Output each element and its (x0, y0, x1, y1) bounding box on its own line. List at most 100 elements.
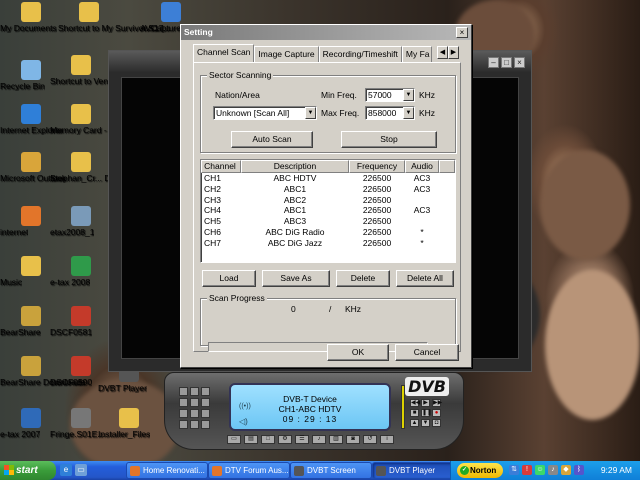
key-6[interactable] (201, 398, 210, 407)
key-0[interactable] (179, 420, 188, 429)
dialog-title[interactable]: Setting (181, 25, 471, 40)
key-4[interactable] (179, 398, 188, 407)
chevron-down-icon[interactable]: ▼ (403, 89, 414, 101)
taskbar-button[interactable]: DVBT Screen (290, 462, 372, 479)
channel-up-icon[interactable]: ▲ (410, 419, 419, 427)
desktop-icon[interactable]: Shortcut to Vents STUFF (50, 55, 144, 86)
start-button[interactable]: start (0, 461, 56, 480)
internet-explorer-icon[interactable]: e (60, 464, 72, 476)
auto-scan-button[interactable]: Auto Scan (231, 131, 313, 148)
column-description[interactable]: Description (241, 160, 349, 173)
save-as-button[interactable]: Save As (262, 270, 330, 287)
load-button[interactable]: Load (202, 270, 256, 287)
table-row[interactable]: CH1 ABC HDTV 226500 AC3 (201, 173, 455, 184)
minimize-icon[interactable]: – (488, 57, 499, 68)
show-desktop-icon[interactable]: ▭ (75, 464, 87, 476)
pause-icon[interactable]: ❚❚ (421, 409, 432, 417)
close-icon[interactable]: × (514, 57, 525, 68)
table-row[interactable]: CH6 ABC DiG Radio 226500 * (201, 227, 455, 238)
table-row[interactable]: CH4 ABC1 226500 AC3 (201, 205, 455, 216)
clock[interactable]: 9:29 AM (601, 461, 632, 480)
table-row[interactable]: CH5 ABC3 226500 (201, 216, 455, 227)
key-5[interactable] (190, 398, 199, 407)
folder-icon (119, 408, 139, 428)
info-icon[interactable]: i (380, 435, 394, 444)
audio-icon[interactable]: ♪ (312, 435, 326, 444)
desktop-icon-label: Recycle Bin (0, 82, 45, 91)
chevron-down-icon[interactable]: ▼ (403, 107, 414, 119)
key-2[interactable] (190, 387, 199, 396)
restore-icon[interactable]: □ (501, 57, 512, 68)
key-1[interactable] (179, 387, 188, 396)
column-channel[interactable]: Channel (201, 160, 241, 173)
settings-icon[interactable]: ⚙ (278, 435, 292, 444)
network-icon[interactable]: ⇅ (509, 465, 519, 475)
delete-all-button[interactable]: Delete All (396, 270, 454, 287)
cell-frequency: 226500 (362, 226, 392, 237)
antivirus-icon[interactable]: ◆ (561, 465, 571, 475)
record-icon[interactable]: ● (432, 409, 441, 417)
channel-down-icon[interactable]: ▼ (421, 419, 430, 427)
timeshift-icon[interactable]: ↺ (363, 435, 377, 444)
security-alert-icon[interactable]: ! (522, 465, 532, 475)
min-freq-unit: KHz (419, 90, 436, 100)
key-enter[interactable] (190, 420, 199, 429)
teletext-icon[interactable]: ▤ (244, 435, 258, 444)
tab-my-favorites[interactable]: My Fa (401, 46, 432, 62)
subtitle-icon[interactable]: ▥ (329, 435, 343, 444)
capture-icon[interactable]: ◙ (346, 435, 360, 444)
tab-image-capture[interactable]: Image Capture (254, 46, 319, 62)
column-frequency[interactable]: Frequency (349, 160, 405, 173)
nation-select[interactable]: Unknown [Scan All] ▼ (213, 106, 317, 120)
taskbar-button[interactable]: DTV Forum Aus... (208, 462, 290, 479)
taskbar-button[interactable]: Home Renovati... (126, 462, 208, 479)
chevron-down-icon[interactable]: ▼ (305, 107, 316, 119)
messenger-icon[interactable]: ☺ (535, 465, 545, 475)
close-button[interactable]: × (456, 27, 468, 38)
play-icon[interactable]: ▶ (421, 399, 430, 407)
fast-forward-icon[interactable]: ▶▶ (432, 399, 442, 407)
column-audio[interactable]: Audio (405, 160, 439, 173)
table-row[interactable]: CH2 ABC1 226500 AC3 (201, 184, 455, 195)
desktop-icon[interactable]: Installer_Files (98, 408, 160, 439)
key-recall[interactable] (201, 420, 210, 429)
table-row[interactable]: CH3 ABC2 226500 (201, 195, 455, 206)
max-freq-select[interactable]: 858000 ▼ (365, 106, 415, 120)
channel-list[interactable]: Channel Description Frequency Audio CH1 A… (200, 159, 456, 263)
tab-recording-timeshift[interactable]: Recording/Timeshift (318, 46, 402, 62)
min-freq-select[interactable]: 57000 ▼ (365, 88, 415, 102)
cancel-button[interactable]: Cancel (395, 344, 459, 361)
key-8[interactable] (190, 409, 199, 418)
desktop-icon[interactable]: Shortcut to My Survivor.S17... (58, 2, 170, 33)
stop-icon[interactable]: ■ (410, 409, 419, 417)
rewind-icon[interactable]: ◀◀ (410, 399, 420, 407)
record-list-icon[interactable]: ☰ (295, 435, 309, 444)
channel-list-header: Channel Description Frequency Audio (201, 160, 455, 173)
dvb-player-panel[interactable]: ((•)) ◁) DVB-T Device CH1-ABC HDTV 09 : … (164, 372, 464, 450)
fullscreen-icon[interactable]: □ (261, 435, 275, 444)
taskbar-button[interactable]: DVBT Player (372, 462, 454, 479)
tab-scroll-right-icon[interactable]: ▶ (448, 46, 459, 59)
key-3[interactable] (201, 387, 210, 396)
epg-icon[interactable]: ▭ (227, 435, 241, 444)
ok-button[interactable]: OK (327, 344, 389, 361)
delete-button[interactable]: Delete (336, 270, 390, 287)
desktop-icon[interactable]: Stephan_Cr... Der (50, 152, 118, 183)
speaker-icon[interactable]: ◁) (239, 417, 248, 426)
stop-button[interactable]: Stop (341, 131, 437, 148)
desktop-icon[interactable]: AVCapture (140, 2, 202, 33)
volume-icon[interactable]: ♪ (548, 465, 558, 475)
desktop-icon[interactable]: My Documents (0, 2, 62, 33)
desktop-icon[interactable]: e-tax 2008 (50, 256, 112, 287)
desktop-icon[interactable]: DSCF0581 (50, 306, 112, 337)
key-7[interactable] (179, 409, 188, 418)
key-9[interactable] (201, 409, 210, 418)
tab-scroll-left-icon[interactable]: ◀ (437, 46, 448, 59)
norton-button[interactable]: ✓ Norton (457, 463, 503, 478)
snapshot-icon[interactable]: ◘ (432, 419, 441, 427)
desktop-icon[interactable]: Memory Card - Fr (50, 104, 117, 135)
desktop-icon[interactable]: etax2008_1 (50, 206, 112, 237)
tab-channel-scan[interactable]: Channel Scan (193, 44, 255, 62)
table-row[interactable]: CH7 ABC DiG Jazz 226500 * (201, 238, 455, 249)
bluetooth-icon[interactable]: ᛒ (574, 465, 584, 475)
